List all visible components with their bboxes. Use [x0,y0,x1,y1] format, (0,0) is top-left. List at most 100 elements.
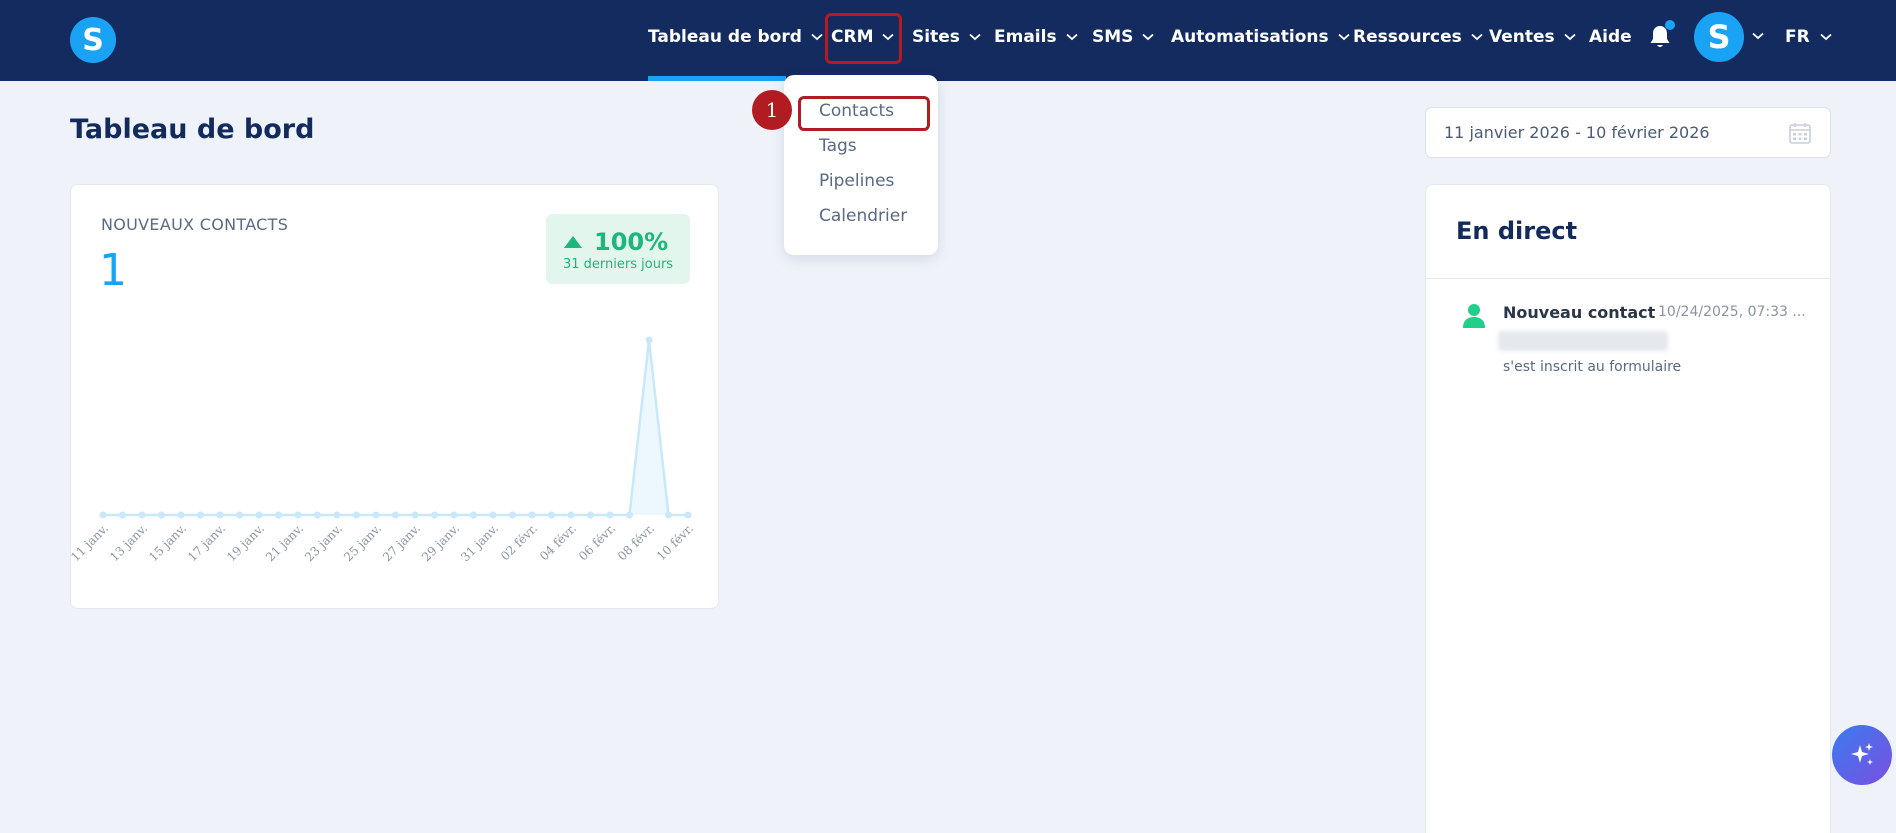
chart-area [103,340,688,515]
blurred-email [1498,331,1668,351]
chart-point[interactable] [392,511,399,519]
chart-point[interactable] [216,511,224,519]
x-tick-label: 06 févr. [576,521,618,563]
change-percentage: 100% [594,228,669,256]
ai-assistant-button[interactable] [1832,725,1892,785]
live-entry-title: Nouveau contact [1503,303,1656,322]
nav-automations-label: Automatisations [1171,27,1329,47]
x-tick-label: 25 janv. [341,521,384,564]
chart-point[interactable] [255,511,263,519]
x-tick-label: 04 févr. [537,521,579,563]
active-nav-indicator [648,76,786,81]
change-badge: 100% 31 derniers jours [546,214,690,284]
chevron-down-icon [811,33,823,41]
chart-point[interactable] [197,511,204,519]
calendar-icon [1789,123,1811,144]
user-avatar[interactable]: S [1694,12,1744,62]
chart-point[interactable] [548,511,555,519]
new-contacts-card: NOUVEAUX CONTACTS 1 100% 31 derniers jou… [70,184,719,609]
chart-line [103,339,688,517]
x-tick-label: 19 janv. [224,521,267,564]
sparkle-icon [1851,743,1873,765]
live-entry-time: 10/24/2025, 07:33 ... [1658,304,1806,320]
change-period: 31 derniers jours [563,257,674,272]
page-title: Tableau de bord [70,114,315,145]
chart-point[interactable] [314,511,321,519]
crm-menu-pipelines[interactable]: Pipelines [819,171,894,191]
chart-point[interactable] [450,511,458,519]
chart-point[interactable] [411,511,419,519]
chart-point[interactable] [606,511,614,519]
chart-point[interactable] [294,511,302,519]
nav-sms[interactable]: SMS [1092,22,1155,52]
arrow-up-icon [564,236,582,248]
x-tick-label: 23 janv. [302,521,345,564]
language-selector[interactable]: FR [1785,22,1832,52]
x-tick-label: 02 févr. [498,521,540,563]
x-tick-label: 10 févr. [654,521,696,563]
nav-emails[interactable]: Emails [994,22,1078,52]
chart-point[interactable] [99,511,107,519]
chart-point[interactable] [567,511,575,519]
chart-point[interactable] [138,511,146,519]
step-number-badge: 1 [752,90,792,130]
x-tick-label: 11 janv. [71,521,111,564]
chart-point[interactable] [684,511,692,519]
chart-point[interactable] [470,511,477,519]
chevron-down-icon [969,33,981,41]
chevron-down-icon [1471,33,1483,41]
chevron-down-icon[interactable] [1752,32,1764,40]
top-navbar: S Tableau de bord CRM Sites Emails SMS A… [0,0,1896,81]
chart-point[interactable] [645,336,653,344]
x-tick-label: 27 janv. [380,521,423,564]
x-tick-label: 13 janv. [107,521,150,564]
nav-dashboard[interactable]: Tableau de bord [648,22,823,52]
chart-point[interactable] [665,511,672,519]
chart-point[interactable] [489,511,497,519]
chevron-down-icon [1142,33,1155,41]
x-tick-label: 31 janv. [458,521,501,564]
crm-highlight-box [825,13,902,64]
chevron-down-icon [1065,33,1078,41]
x-tick-label: 17 janv. [185,521,228,564]
nav-sms-label: SMS [1092,27,1134,47]
new-contacts-count: 1 [99,245,127,296]
x-tick-label: 15 janv. [146,521,189,564]
new-contacts-chart: 11 janv.13 janv.15 janv.17 janv.19 janv.… [71,336,696,564]
chart-point[interactable] [158,511,165,519]
logo-letter: S [82,22,104,58]
language-label: FR [1785,27,1810,47]
chart-point[interactable] [587,511,594,519]
crm-menu-calendar[interactable]: Calendrier [819,206,907,226]
chart-point[interactable] [333,511,341,519]
crm-menu-tags[interactable]: Tags [819,136,857,156]
nav-emails-label: Emails [994,27,1057,47]
nav-help[interactable]: Aide [1589,22,1632,52]
chevron-down-icon [1338,33,1350,41]
chart-point[interactable] [431,511,438,519]
brand-logo[interactable]: S [70,17,116,63]
chart-point[interactable] [177,511,185,519]
chart-point[interactable] [275,511,282,519]
nav-sales[interactable]: Ventes [1489,22,1576,52]
nav-resources-label: Ressources [1353,27,1462,47]
nav-automations[interactable]: Automatisations [1171,22,1350,52]
nav-sales-label: Ventes [1489,27,1555,47]
live-feed-card: En direct Nouveau contact 10/24/2025, 07… [1425,184,1831,833]
chevron-down-icon [1564,33,1576,41]
live-entry-description: s'est inscrit au formulaire [1503,359,1682,375]
x-tick-label: 08 févr. [615,521,657,563]
new-contacts-label: NOUVEAUX CONTACTS [101,215,289,234]
chart-point[interactable] [353,511,360,519]
chart-point[interactable] [509,511,516,519]
nav-resources[interactable]: Ressources [1353,22,1483,52]
chart-point[interactable] [372,511,380,519]
date-range-picker[interactable]: 11 janvier 2026 - 10 février 2026 [1425,107,1831,158]
chart-point[interactable] [236,511,243,519]
notification-dot [1665,20,1675,30]
live-feed-title: En direct [1456,217,1578,245]
nav-sites[interactable]: Sites [912,22,981,52]
chart-point[interactable] [626,511,633,519]
chart-point[interactable] [528,511,536,519]
chart-point[interactable] [119,511,126,519]
